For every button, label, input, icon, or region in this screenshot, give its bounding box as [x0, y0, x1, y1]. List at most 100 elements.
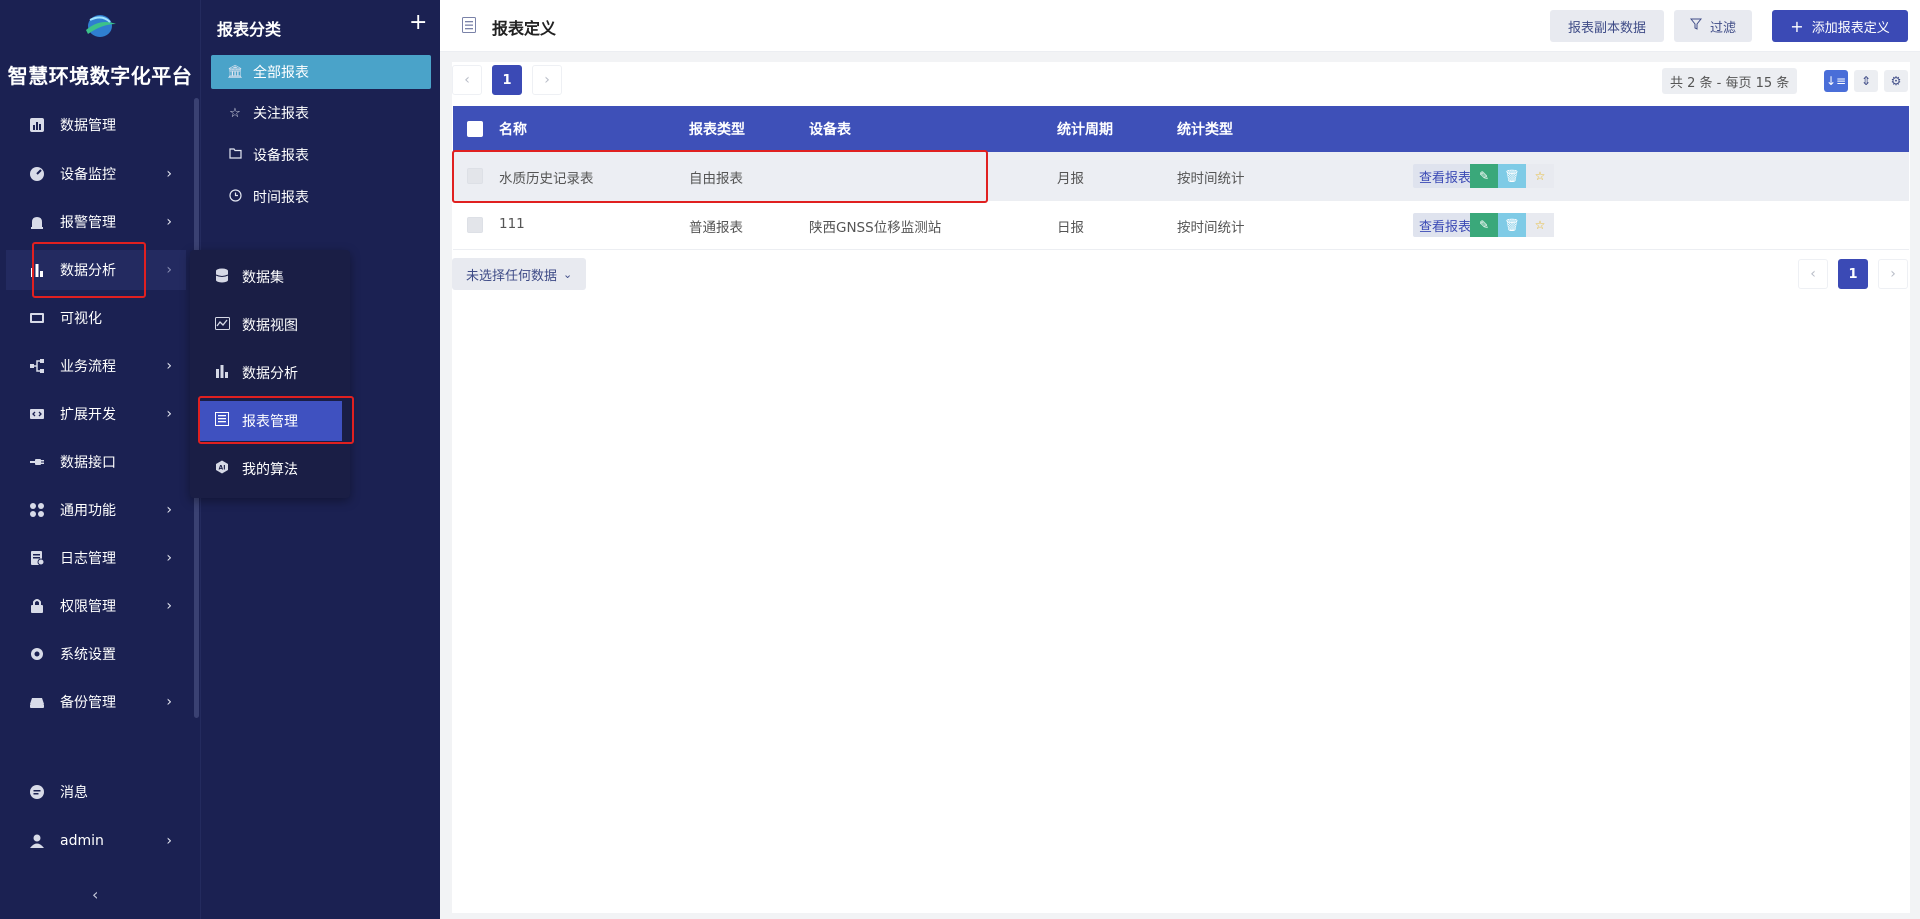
add-report-definition-button[interactable]: + 添加报表定义: [1772, 10, 1908, 42]
nav-item-extension-dev[interactable]: 扩展开发 ›: [6, 394, 186, 434]
nav-item-system-settings[interactable]: 系统设置: [6, 634, 186, 674]
message-icon: [28, 783, 46, 801]
report-table: 名称 报表类型 设备表 统计周期 统计类型 水质历史记录表 自由报表 月报 按时…: [453, 106, 1909, 250]
main-content: 报表定义 报表副本数据 过滤 + 添加报表定义 ‹ 1 › 共 2 条 - 每页…: [440, 0, 1920, 919]
nav-label: 权限管理: [60, 599, 116, 615]
column-header-device: 设备表: [809, 122, 851, 138]
category-label: 关注报表: [253, 106, 309, 122]
data-analysis-submenu: 数据集 数据视图 数据分析 报表管理 AI 我的算法: [190, 250, 350, 498]
report-icon: [462, 17, 476, 33]
submenu-item-data-analysis[interactable]: 数据分析: [198, 353, 342, 393]
nav-item-common-functions[interactable]: 通用功能 ›: [6, 490, 186, 530]
nav-item-user[interactable]: admin ›: [6, 821, 186, 861]
row-checkbox[interactable]: [467, 217, 483, 233]
category-all-reports[interactable]: 🏛 全部报表: [211, 55, 431, 89]
row-checkbox[interactable]: [467, 168, 483, 184]
settings-gear-icon[interactable]: ⚙: [1884, 70, 1908, 92]
record-count: 共 2 条 - 每页 15 条: [1662, 68, 1798, 94]
nav-label: 设备监控: [60, 167, 116, 183]
category-title: 报表分类: [217, 20, 282, 39]
category-label: 全部报表: [253, 65, 309, 81]
submenu-item-data-view[interactable]: 数据视图: [198, 305, 342, 345]
prev-page-button-bottom[interactable]: ‹: [1798, 259, 1828, 289]
nav-label: 可视化: [60, 311, 102, 327]
submenu-label: 我的算法: [242, 462, 298, 478]
cell-period: 日报: [1057, 220, 1084, 236]
chevron-right-icon: ›: [166, 694, 172, 710]
nav-item-messages[interactable]: 消息: [6, 772, 186, 812]
filter-button[interactable]: 过滤: [1674, 10, 1752, 42]
view-report-button[interactable]: 查看报表: [1413, 164, 1478, 188]
nav-label: 备份管理: [60, 695, 116, 711]
nav-item-visualization[interactable]: 可视化: [6, 298, 186, 338]
nav-item-permission-management[interactable]: 权限管理 ›: [6, 586, 186, 626]
submenu-label: 数据集: [242, 270, 284, 286]
bar-chart-icon: [28, 116, 46, 134]
nav-label: 扩展开发: [60, 407, 116, 423]
nav-item-data-management[interactable]: 数据管理: [6, 105, 186, 145]
edit-icon[interactable]: ✎: [1470, 213, 1498, 237]
nav-label: 数据管理: [60, 118, 116, 134]
table-row[interactable]: 水质历史记录表 自由报表 月报 按时间统计 查看报表 ✎ 🗑 ☆: [453, 152, 1909, 201]
cell-type: 普通报表: [689, 220, 743, 236]
nav-label: 通用功能: [60, 503, 116, 519]
delete-icon[interactable]: 🗑: [1498, 213, 1526, 237]
button-label: 添加报表定义: [1811, 20, 1890, 36]
submenu-item-my-algorithm[interactable]: AI 我的算法: [198, 449, 342, 489]
chevron-right-icon: ›: [166, 214, 172, 230]
column-header-stat-type: 统计类型: [1177, 122, 1233, 138]
sort-icon[interactable]: ↓≡: [1824, 70, 1848, 92]
favorite-star-icon[interactable]: ☆: [1526, 213, 1554, 237]
favorite-star-icon[interactable]: ☆: [1526, 164, 1554, 188]
nav-item-device-monitor[interactable]: 设备监控 ›: [6, 154, 186, 194]
next-page-button-bottom[interactable]: ›: [1878, 259, 1908, 289]
prev-page-button[interactable]: ‹: [452, 65, 482, 95]
next-page-button[interactable]: ›: [532, 65, 562, 95]
category-device-reports[interactable]: 设备报表: [211, 138, 431, 172]
submenu-item-report-management[interactable]: 报表管理: [198, 401, 342, 441]
ai-icon: AI: [214, 460, 230, 478]
nav-item-alarm-management[interactable]: 报警管理 ›: [6, 202, 186, 242]
user-name: admin: [60, 833, 104, 849]
category-followed-reports[interactable]: ☆ 关注报表: [211, 96, 431, 130]
chevron-right-icon: ›: [166, 550, 172, 566]
submenu-item-dataset[interactable]: 数据集: [198, 257, 342, 297]
selection-label: 未选择任何数据: [466, 268, 558, 284]
page-number-current-bottom[interactable]: 1: [1838, 259, 1868, 289]
delete-icon[interactable]: 🗑: [1498, 164, 1526, 188]
chevron-right-icon: ›: [166, 833, 172, 849]
column-height-icon[interactable]: ⇕: [1854, 70, 1878, 92]
collapse-sidebar-icon[interactable]: ‹: [92, 885, 98, 904]
selection-dropdown[interactable]: 未选择任何数据 ⌄: [452, 258, 587, 290]
select-all-checkbox[interactable]: [467, 121, 483, 137]
nav-item-business-flow[interactable]: 业务流程 ›: [6, 346, 186, 386]
nav-item-data-interface[interactable]: 数据接口: [6, 442, 186, 482]
nav-item-log-management[interactable]: 日志管理 ›: [6, 538, 186, 578]
button-label: 报表副本数据: [1567, 20, 1646, 36]
grid-icon: [28, 501, 46, 519]
nav-item-backup-management[interactable]: 备份管理 ›: [6, 682, 186, 722]
table-row[interactable]: 111 普通报表 陕西GNSS位移监测站 日报 按时间统计 查看报表 ✎ 🗑 ☆: [453, 201, 1909, 250]
nav-label: 系统设置: [60, 647, 116, 663]
svg-text:AI: AI: [219, 465, 226, 472]
code-icon: [28, 405, 46, 423]
plus-icon: +: [1790, 16, 1804, 36]
view-report-button[interactable]: 查看报表: [1413, 213, 1478, 237]
category-time-reports[interactable]: 时间报表: [211, 180, 431, 214]
cell-name: 111: [499, 216, 525, 232]
add-category-icon[interactable]: +: [409, 12, 427, 34]
filter-icon: [1689, 18, 1703, 34]
bank-icon: 🏛: [227, 64, 244, 80]
clock-icon: [227, 188, 243, 206]
chevron-right-icon: ›: [166, 358, 172, 374]
nav-item-data-analysis[interactable]: 数据分析 ›: [6, 250, 186, 290]
report-copy-data-button[interactable]: 报表副本数据: [1550, 10, 1664, 42]
drive-icon: [28, 693, 46, 711]
nav-label: 报警管理: [60, 215, 116, 231]
page-header: 报表定义 报表副本数据 过滤 + 添加报表定义: [440, 0, 1920, 52]
edit-icon[interactable]: ✎: [1470, 164, 1498, 188]
category-label: 设备报表: [253, 148, 309, 164]
chevron-right-icon: ›: [166, 262, 172, 278]
column-header-period: 统计周期: [1057, 122, 1113, 138]
page-number-current[interactable]: 1: [492, 65, 522, 95]
